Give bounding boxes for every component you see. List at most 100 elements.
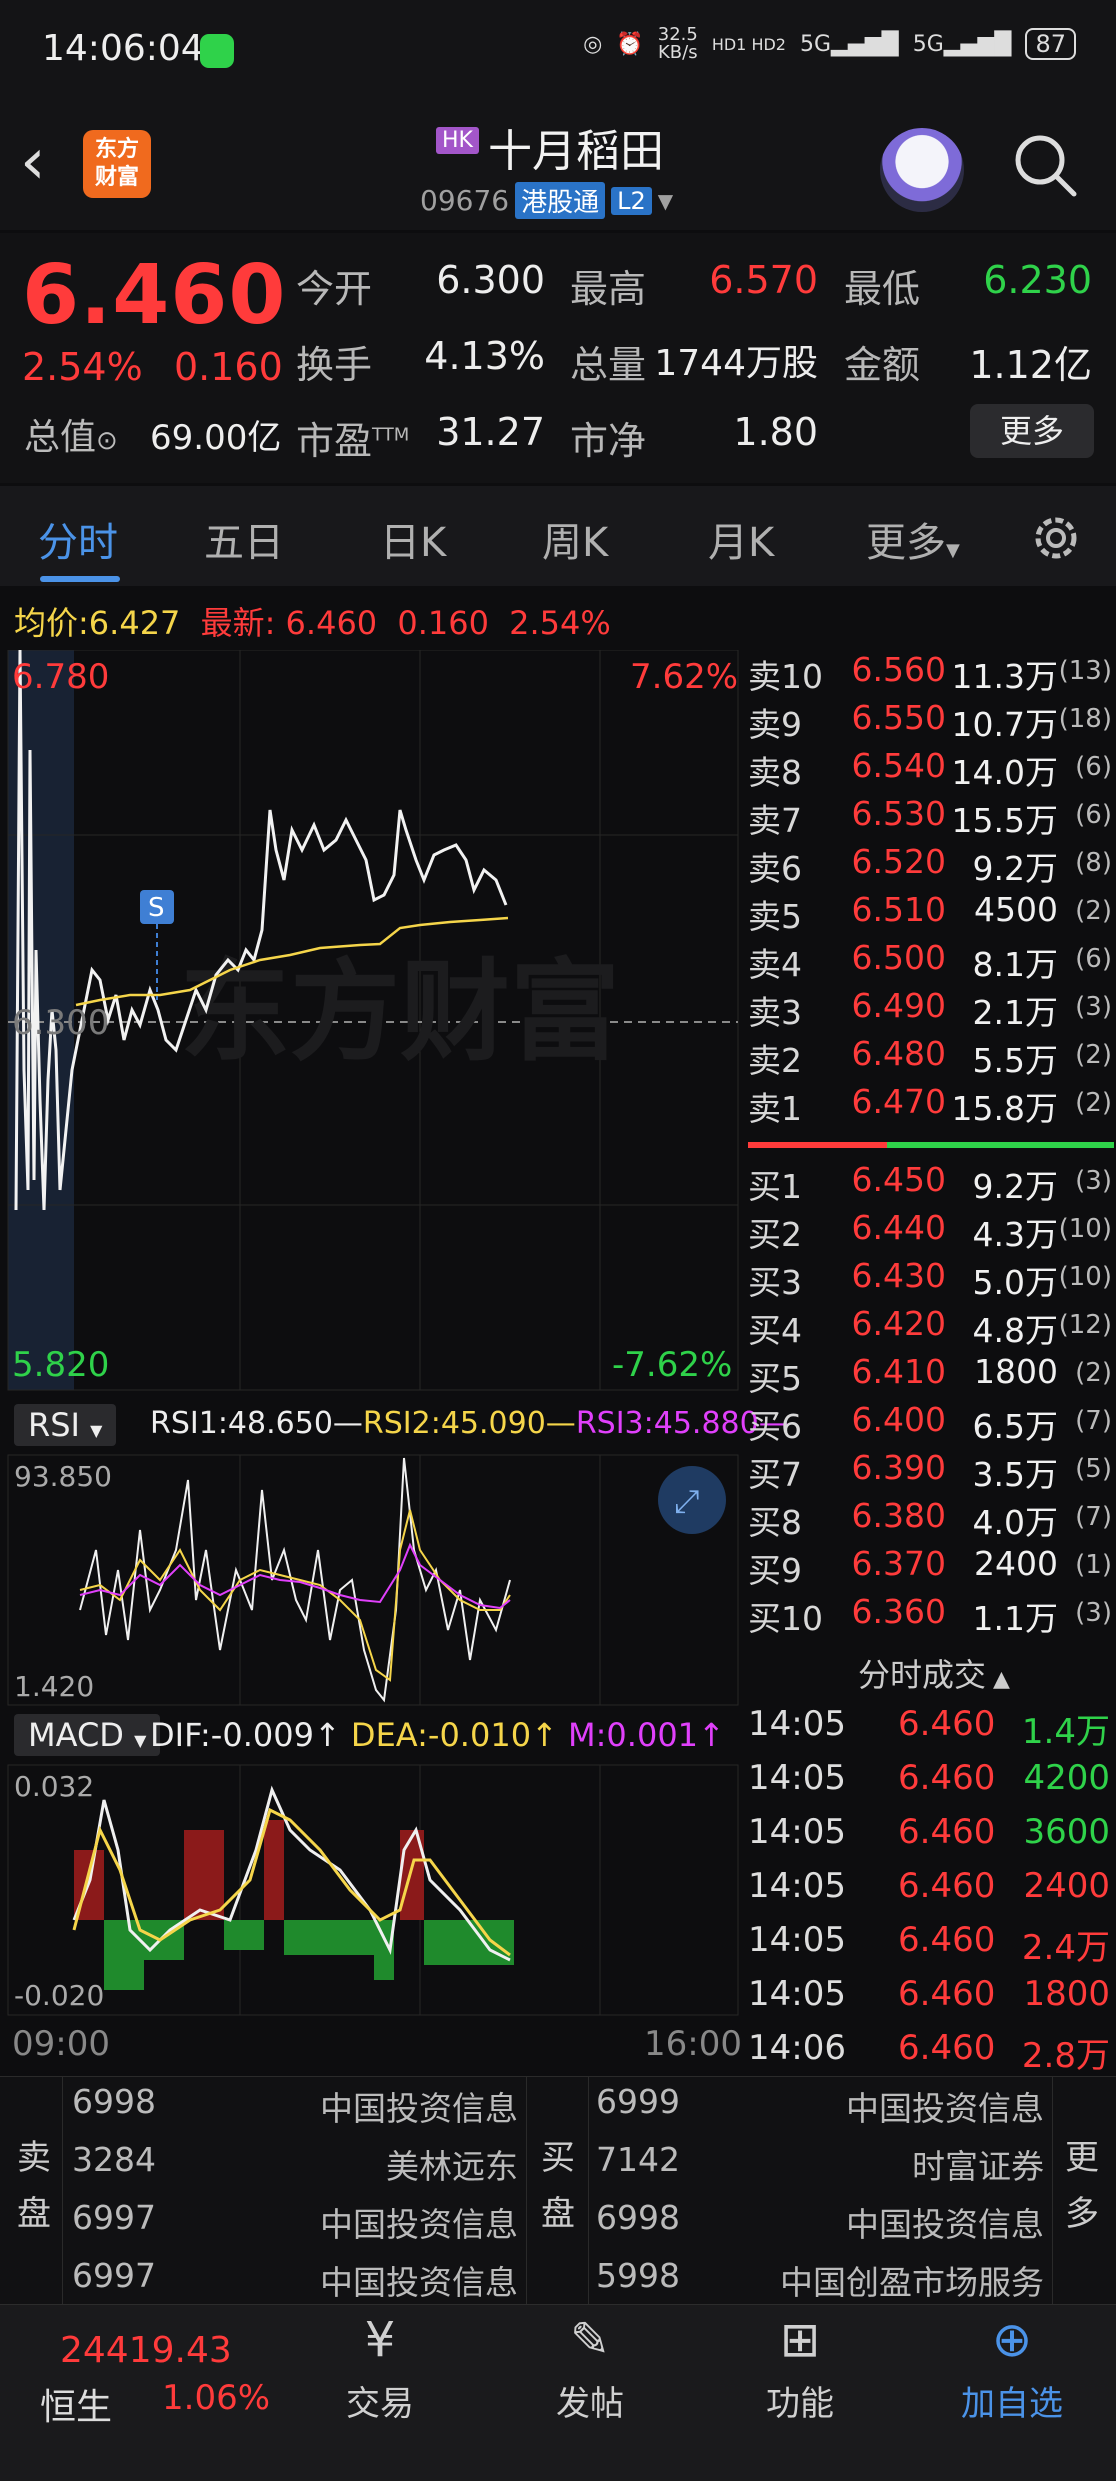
rsi-indicator-select[interactable]: RSI ▼ <box>14 1404 117 1446</box>
bid-level-row[interactable]: 买1 6.450 9.2万 (3) <box>748 1160 1114 1208</box>
turnover-label: 换手 <box>296 343 373 387</box>
price-line <box>14 650 508 1211</box>
trade-price: 6.460 <box>898 1704 996 1744</box>
nav-functions[interactable]: 功能 <box>730 2376 870 2425</box>
bid-cnt: (2) <box>1075 1358 1112 1388</box>
ask-label: 卖5 <box>748 897 802 936</box>
index-pct[interactable]: 1.06% <box>162 2378 270 2418</box>
bid-level-row[interactable]: 买10 6.360 1.1万 (3) <box>748 1592 1114 1640</box>
ask-level-row[interactable]: 卖9 6.550 10.7万 (18) <box>748 698 1114 746</box>
signal-icon-1: 5G▂▄▆█ <box>799 31 899 57</box>
trades-title[interactable]: 分时成交 ▲ <box>858 1650 1010 1696</box>
nav-add-watchlist[interactable]: 加自选 <box>942 2376 1082 2425</box>
tab-intraday[interactable]: 分时 <box>38 510 118 568</box>
trade-time: 14:05 <box>748 1812 846 1852</box>
bid-level-row[interactable]: 买3 6.430 5.0万 (10) <box>748 1256 1114 1304</box>
chart-canvas[interactable]: 东方财富 S 6.780 7.62% 6.300 5.820 -7.62% 93… <box>0 650 742 2080</box>
macd-indicator-select[interactable]: MACD ▼ <box>14 1714 161 1756</box>
bid-price: 6.360 <box>851 1592 946 1631</box>
bid-vol: 6.5万 <box>972 1407 1058 1446</box>
bid-cnt: (10) <box>1058 1214 1112 1244</box>
ask-price: 6.560 <box>851 650 946 689</box>
bid-price: 6.440 <box>851 1208 946 1247</box>
ask-vol: 2.1万 <box>972 993 1058 1032</box>
open-label: 今开 <box>296 267 373 311</box>
index-value[interactable]: 24419.43 <box>60 2330 232 2371</box>
bid-level-row[interactable]: 买5 6.410 1800 (2) <box>748 1352 1114 1400</box>
status-time: 14:06:04 <box>42 28 204 69</box>
ask-vol: 5.5万 <box>972 1041 1058 1080</box>
settings-gear-icon[interactable] <box>1026 508 1086 568</box>
bid-level-row[interactable]: 买9 6.370 2400 (1) <box>748 1544 1114 1592</box>
bid-cnt: (3) <box>1075 1598 1112 1628</box>
bid-level-row[interactable]: 买6 6.400 6.5万 (7) <box>748 1400 1114 1448</box>
time-axis-start: 09:00 <box>12 2024 110 2064</box>
sort-up-icon: ▲ <box>986 1667 1010 1692</box>
bid-level-row[interactable]: 买4 6.420 4.8万 (12) <box>748 1304 1114 1352</box>
tab-monthly-k[interactable]: 月K <box>708 510 774 568</box>
nav-trade[interactable]: 交易 <box>310 2376 450 2425</box>
bid-label: 买4 <box>748 1311 802 1350</box>
amount-value: 1.12亿 <box>969 343 1092 387</box>
pb-label: 市净 <box>570 419 647 463</box>
y-axis-top: 6.780 <box>12 657 109 697</box>
time-axis-end: 16:00 <box>644 2024 742 2064</box>
macd-y-top: 0.032 <box>14 1770 94 1803</box>
ask-cnt: (6) <box>1075 944 1112 974</box>
s-marker: S <box>148 893 165 923</box>
ask-level-row[interactable]: 卖3 6.490 2.1万 (3) <box>748 986 1114 1034</box>
broker-id: 5998 <box>596 2256 680 2295</box>
post-icon[interactable]: ✎ <box>520 2312 660 2372</box>
nav-post[interactable]: 发帖 <box>520 2376 660 2425</box>
ask-level-row[interactable]: 卖2 6.480 5.5万 (2) <box>748 1034 1114 1082</box>
ask-cnt: (2) <box>1075 1088 1112 1118</box>
ask-level-row[interactable]: 卖6 6.520 9.2万 (8) <box>748 842 1114 890</box>
ask-level-row[interactable]: 卖10 6.560 11.3万 (13) <box>748 650 1114 698</box>
ask-level-row[interactable]: 卖7 6.530 15.5万 (6) <box>748 794 1114 842</box>
ask-label: 卖2 <box>748 1041 802 1080</box>
bid-price: 6.450 <box>851 1160 946 1199</box>
bid-label: 买1 <box>748 1167 802 1206</box>
broker-id: 6998 <box>596 2198 680 2237</box>
more-quote-button[interactable]: 更多 <box>970 404 1094 458</box>
tab-daily-k[interactable]: 日K <box>380 510 446 568</box>
broker-divider <box>1052 2076 1053 2304</box>
macd-histogram <box>74 1820 514 1990</box>
bid-level-row[interactable]: 买7 6.390 3.5万 (5) <box>748 1448 1114 1496</box>
trade-icon[interactable]: ¥ <box>310 2312 450 2372</box>
ask-price: 6.490 <box>851 986 946 1025</box>
ask-level-row[interactable]: 卖4 6.500 8.1万 (6) <box>748 938 1114 986</box>
amount-label: 金额 <box>844 343 921 387</box>
stock-code-line[interactable]: 09676 港股通 L2 ▼ <box>420 182 673 219</box>
trade-row: 14:05 6.460 2400 <box>748 1866 1114 1920</box>
tab-five-day[interactable]: 五日 <box>204 510 284 568</box>
back-icon[interactable]: ‹ <box>20 130 46 194</box>
tab-weekly-k[interactable]: 周K <box>542 510 608 568</box>
bid-level-row[interactable]: 买2 6.440 4.3万 (10) <box>748 1208 1114 1256</box>
broker-id: 7142 <box>596 2140 680 2179</box>
chevron-down-icon: ▼ <box>946 540 960 561</box>
active-tab-indicator <box>40 576 120 582</box>
bid-level-row[interactable]: 买8 6.380 4.0万 (7) <box>748 1496 1114 1544</box>
market-tag: HK <box>436 127 479 154</box>
bid-label: 买6 <box>748 1407 802 1446</box>
ask-level-row[interactable]: 卖1 6.470 15.8万 (2) <box>748 1082 1114 1130</box>
ask-cnt: (2) <box>1075 896 1112 926</box>
assistant-robot-icon[interactable] <box>880 128 964 212</box>
index-name[interactable]: 恒生 <box>40 2378 112 2430</box>
ask-level-row[interactable]: 卖5 6.510 4500 (2) <box>748 890 1114 938</box>
ask-price: 6.550 <box>851 698 946 737</box>
add-watchlist-icon[interactable]: ⊕ <box>942 2312 1082 2372</box>
search-icon[interactable] <box>1010 130 1080 200</box>
broker-more-button[interactable]: 更多 <box>1062 2130 1102 2242</box>
hotspot-icon: ◎ <box>583 31 603 57</box>
broker-id: 6997 <box>72 2198 156 2237</box>
functions-icon[interactable]: ⊞ <box>730 2312 870 2372</box>
trade-price: 6.460 <box>898 1758 996 1798</box>
ask-cnt: (3) <box>1075 992 1112 1022</box>
tab-more[interactable]: 更多▼ <box>866 510 960 568</box>
rsi-y-top: 93.850 <box>14 1460 112 1493</box>
trade-vol: 2.8万 <box>1021 2036 1110 2076</box>
ask-level-row[interactable]: 卖8 6.540 14.0万 (6) <box>748 746 1114 794</box>
last-price: 6.460 <box>22 248 287 343</box>
